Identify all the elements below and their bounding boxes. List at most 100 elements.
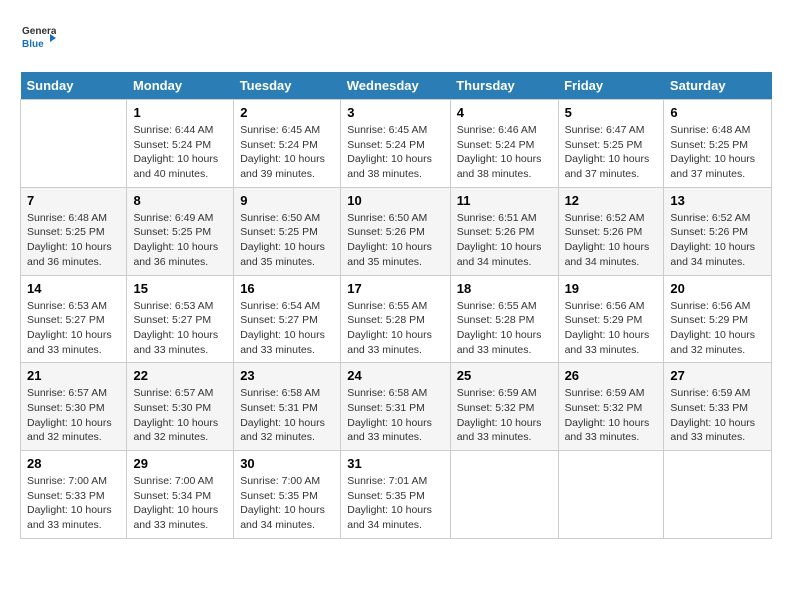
day-info: Sunrise: 6:51 AMSunset: 5:26 PMDaylight:… (457, 211, 552, 270)
calendar-cell: 28Sunrise: 7:00 AMSunset: 5:33 PMDayligh… (21, 451, 127, 539)
day-info: Sunrise: 6:52 AMSunset: 5:26 PMDaylight:… (565, 211, 658, 270)
day-number: 22 (133, 368, 227, 383)
day-info: Sunrise: 6:59 AMSunset: 5:32 PMDaylight:… (565, 386, 658, 445)
calendar-cell: 9 Sunrise: 6:50 AMSunset: 5:25 PMDaylight… (234, 187, 341, 275)
logo-icon: General Blue (20, 20, 56, 56)
day-info: Sunrise: 6:54 AMSunset: 5:27 PMDaylight:… (240, 299, 334, 358)
day-info: Sunrise: 6:44 AMSunset: 5:24 PMDaylight:… (133, 123, 227, 182)
calendar-header-monday: Monday (127, 72, 234, 100)
day-number: 18 (457, 281, 552, 296)
day-info: Sunrise: 6:50 AMSunset: 5:26 PMDaylight:… (347, 211, 443, 270)
calendar-cell: 14 Sunrise: 6:53 AMSunset: 5:27 PMDayligh… (21, 275, 127, 363)
day-info: Sunrise: 6:56 AMSunset: 5:29 PMDaylight:… (670, 299, 765, 358)
day-number: 10 (347, 193, 443, 208)
calendar-week-row: 28Sunrise: 7:00 AMSunset: 5:33 PMDayligh… (21, 451, 772, 539)
day-info: Sunrise: 6:58 AMSunset: 5:31 PMDaylight:… (347, 386, 443, 445)
day-info: Sunrise: 7:01 AMSunset: 5:35 PMDaylight:… (347, 474, 443, 533)
calendar-cell: 22 Sunrise: 6:57 AMSunset: 5:30 PMDayligh… (127, 363, 234, 451)
day-number: 25 (457, 368, 552, 383)
day-number: 7 (27, 193, 120, 208)
day-number: 15 (133, 281, 227, 296)
day-number: 24 (347, 368, 443, 383)
day-info: Sunrise: 6:45 AMSunset: 5:24 PMDaylight:… (240, 123, 334, 182)
calendar-cell: 23 Sunrise: 6:58 AMSunset: 5:31 PMDayligh… (234, 363, 341, 451)
calendar-cell: 6 Sunrise: 6:48 AMSunset: 5:25 PMDaylight… (664, 100, 772, 188)
calendar-cell: 1 Sunrise: 6:44 AMSunset: 5:24 PMDaylight… (127, 100, 234, 188)
calendar-cell: 12 Sunrise: 6:52 AMSunset: 5:26 PMDayligh… (558, 187, 664, 275)
day-number: 3 (347, 105, 443, 120)
day-info: Sunrise: 6:48 AMSunset: 5:25 PMDaylight:… (670, 123, 765, 182)
calendar-header-saturday: Saturday (664, 72, 772, 100)
day-number: 14 (27, 281, 120, 296)
day-number: 13 (670, 193, 765, 208)
calendar-week-row: 21 Sunrise: 6:57 AMSunset: 5:30 PMDayligh… (21, 363, 772, 451)
day-info: Sunrise: 6:59 AMSunset: 5:32 PMDaylight:… (457, 386, 552, 445)
calendar-week-row: 1 Sunrise: 6:44 AMSunset: 5:24 PMDaylight… (21, 100, 772, 188)
day-number: 4 (457, 105, 552, 120)
calendar-cell: 10 Sunrise: 6:50 AMSunset: 5:26 PMDayligh… (341, 187, 450, 275)
day-info: Sunrise: 6:59 AMSunset: 5:33 PMDaylight:… (670, 386, 765, 445)
calendar-cell: 31 Sunrise: 7:01 AMSunset: 5:35 PMDayligh… (341, 451, 450, 539)
day-info: Sunrise: 7:00 AMSunset: 5:33 PMDaylight:… (27, 474, 120, 533)
day-info: Sunrise: 6:45 AMSunset: 5:24 PMDaylight:… (347, 123, 443, 182)
calendar-header-friday: Friday (558, 72, 664, 100)
calendar-cell: 15 Sunrise: 6:53 AMSunset: 5:27 PMDayligh… (127, 275, 234, 363)
day-number: 23 (240, 368, 334, 383)
day-number: 30 (240, 456, 334, 471)
day-info: Sunrise: 7:00 AMSunset: 5:35 PMDaylight:… (240, 474, 334, 533)
day-number: 1 (133, 105, 227, 120)
day-number: 29 (133, 456, 227, 471)
calendar-cell (21, 100, 127, 188)
day-number: 6 (670, 105, 765, 120)
calendar-cell: 25 Sunrise: 6:59 AMSunset: 5:32 PMDayligh… (450, 363, 558, 451)
calendar-cell: 18Sunrise: 6:55 AMSunset: 5:28 PMDayligh… (450, 275, 558, 363)
day-number: 17 (347, 281, 443, 296)
calendar-cell: 26 Sunrise: 6:59 AMSunset: 5:32 PMDayligh… (558, 363, 664, 451)
day-number: 16 (240, 281, 334, 296)
calendar-week-row: 14 Sunrise: 6:53 AMSunset: 5:27 PMDayligh… (21, 275, 772, 363)
calendar-header-sunday: Sunday (21, 72, 127, 100)
day-info: Sunrise: 6:53 AMSunset: 5:27 PMDaylight:… (133, 299, 227, 358)
calendar-cell: 17 Sunrise: 6:55 AMSunset: 5:28 PMDayligh… (341, 275, 450, 363)
day-number: 5 (565, 105, 658, 120)
calendar-header-thursday: Thursday (450, 72, 558, 100)
day-number: 2 (240, 105, 334, 120)
day-number: 27 (670, 368, 765, 383)
day-number: 12 (565, 193, 658, 208)
day-number: 11 (457, 193, 552, 208)
calendar-cell: 16 Sunrise: 6:54 AMSunset: 5:27 PMDayligh… (234, 275, 341, 363)
day-number: 9 (240, 193, 334, 208)
calendar-cell: 8 Sunrise: 6:49 AMSunset: 5:25 PMDaylight… (127, 187, 234, 275)
calendar-cell: 20 Sunrise: 6:56 AMSunset: 5:29 PMDayligh… (664, 275, 772, 363)
calendar-header-row: SundayMondayTuesdayWednesdayThursdayFrid… (21, 72, 772, 100)
calendar-cell: 13 Sunrise: 6:52 AMSunset: 5:26 PMDayligh… (664, 187, 772, 275)
day-info: Sunrise: 6:57 AMSunset: 5:30 PMDaylight:… (133, 386, 227, 445)
day-number: 20 (670, 281, 765, 296)
calendar-cell: 27 Sunrise: 6:59 AMSunset: 5:33 PMDayligh… (664, 363, 772, 451)
calendar-cell: 30 Sunrise: 7:00 AMSunset: 5:35 PMDayligh… (234, 451, 341, 539)
calendar-cell: 3 Sunrise: 6:45 AMSunset: 5:24 PMDaylight… (341, 100, 450, 188)
page-header: General Blue (20, 20, 772, 56)
day-info: Sunrise: 7:00 AMSunset: 5:34 PMDaylight:… (133, 474, 227, 533)
day-info: Sunrise: 6:53 AMSunset: 5:27 PMDaylight:… (27, 299, 120, 358)
day-info: Sunrise: 6:52 AMSunset: 5:26 PMDaylight:… (670, 211, 765, 270)
calendar-cell: 2 Sunrise: 6:45 AMSunset: 5:24 PMDaylight… (234, 100, 341, 188)
day-number: 31 (347, 456, 443, 471)
day-info: Sunrise: 6:48 AMSunset: 5:25 PMDaylight:… (27, 211, 120, 270)
day-number: 8 (133, 193, 227, 208)
calendar-cell (450, 451, 558, 539)
day-number: 26 (565, 368, 658, 383)
day-number: 21 (27, 368, 120, 383)
day-info: Sunrise: 6:50 AMSunset: 5:25 PMDaylight:… (240, 211, 334, 270)
day-info: Sunrise: 6:55 AMSunset: 5:28 PMDaylight:… (347, 299, 443, 358)
calendar-cell: 5 Sunrise: 6:47 AMSunset: 5:25 PMDaylight… (558, 100, 664, 188)
day-info: Sunrise: 6:47 AMSunset: 5:25 PMDaylight:… (565, 123, 658, 182)
day-info: Sunrise: 6:56 AMSunset: 5:29 PMDaylight:… (565, 299, 658, 358)
day-number: 19 (565, 281, 658, 296)
calendar-week-row: 7 Sunrise: 6:48 AMSunset: 5:25 PMDaylight… (21, 187, 772, 275)
day-info: Sunrise: 6:57 AMSunset: 5:30 PMDaylight:… (27, 386, 120, 445)
calendar-header-tuesday: Tuesday (234, 72, 341, 100)
calendar-cell: 7 Sunrise: 6:48 AMSunset: 5:25 PMDaylight… (21, 187, 127, 275)
day-info: Sunrise: 6:49 AMSunset: 5:25 PMDaylight:… (133, 211, 227, 270)
day-info: Sunrise: 6:58 AMSunset: 5:31 PMDaylight:… (240, 386, 334, 445)
